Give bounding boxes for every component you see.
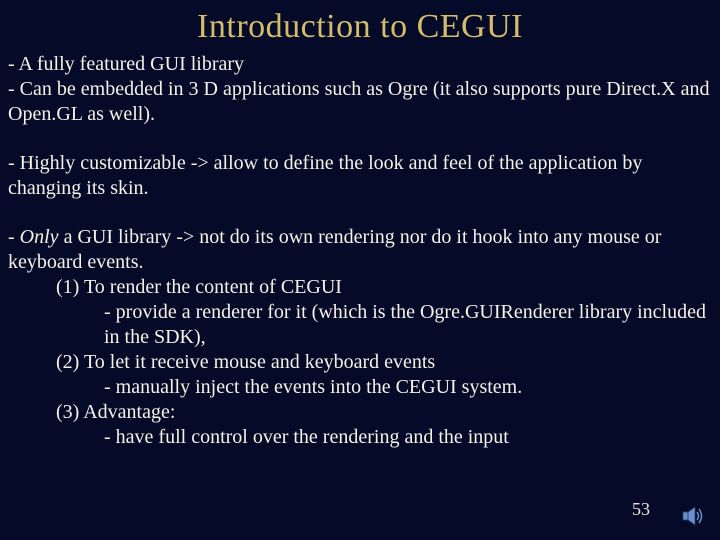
sub-bullet: (2) To let it receive mouse and keyboard… — [8, 350, 712, 375]
bullet-line: - Highly customizable -> allow to define… — [8, 151, 712, 201]
slide: Introduction to CEGUI - A fully featured… — [0, 0, 720, 540]
text: a GUI library -> not do its own renderin… — [8, 226, 661, 273]
speaker-icon — [682, 506, 706, 526]
sub-bullet: (3) Advantage: — [8, 400, 712, 425]
bullet-line: - Only a GUI library -> not do its own r… — [8, 225, 712, 275]
bullet-line: - Can be embedded in 3 D applications su… — [8, 77, 712, 127]
sub-sub-bullet: - manually inject the events into the CE… — [8, 375, 712, 400]
sub-bullet: (1) To render the content of CEGUI — [8, 275, 712, 300]
page-number: 53 — [632, 499, 650, 520]
sub-sub-bullet: - provide a renderer for it (which is th… — [8, 300, 712, 350]
text: - — [8, 226, 20, 248]
slide-body: - A fully featured GUI library - Can be … — [0, 46, 720, 450]
bullet-line: - A fully featured GUI library — [8, 52, 712, 77]
emphasis: Only — [20, 226, 59, 248]
slide-title: Introduction to CEGUI — [0, 0, 720, 46]
sub-sub-bullet: - have full control over the rendering a… — [8, 425, 712, 450]
